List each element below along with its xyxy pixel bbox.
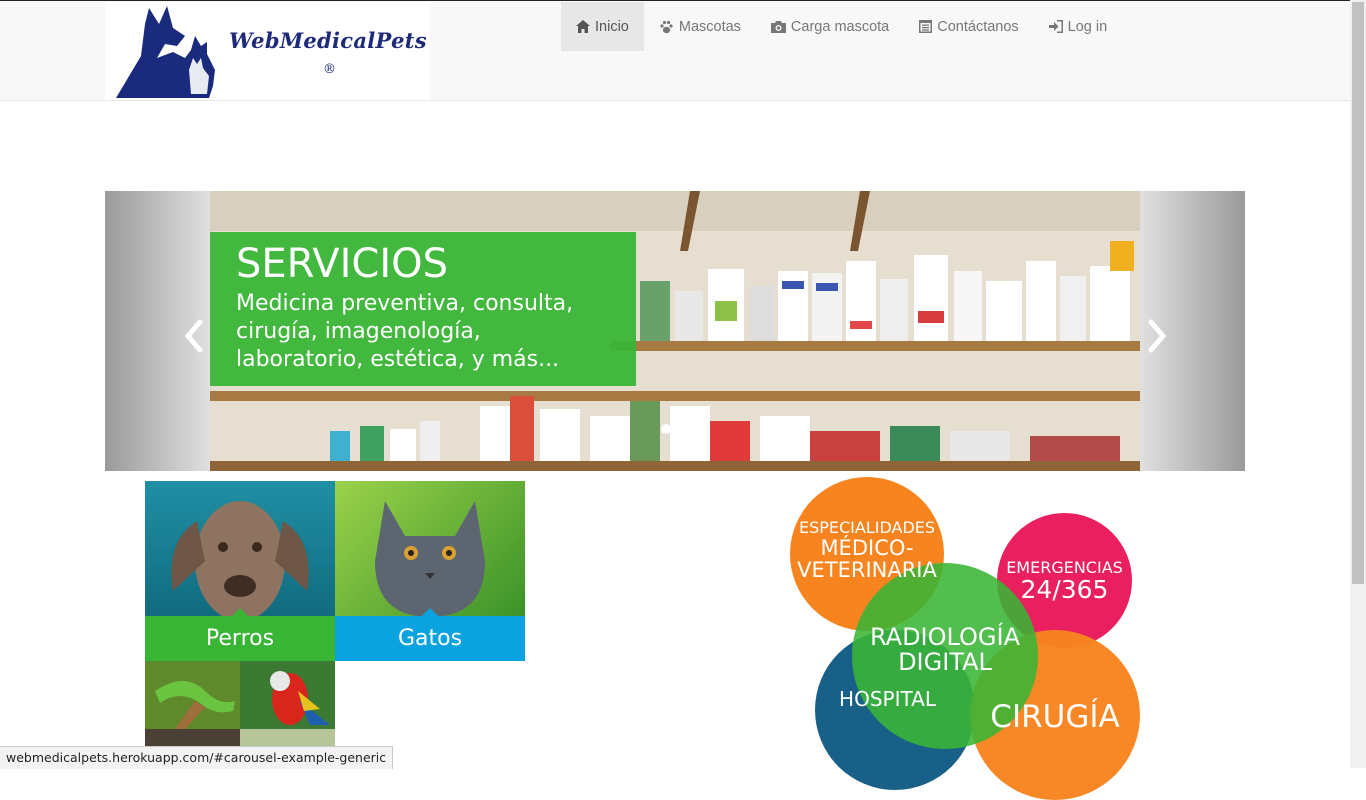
brand-logo[interactable]: WebMedicalPets ® [105,2,430,100]
nav-contactanos[interactable]: Contáctanos [904,2,1033,51]
tile-perros[interactable]: Perros [145,481,335,661]
dog-photo [171,501,309,621]
carousel-indicator-1[interactable] [661,424,671,434]
registered-mark: ® [323,62,336,77]
bubble-especialidades-text: ESPECIALIDADES MÉDICO- VETERINARIA [790,518,944,582]
nav-contactanos-label: Contáctanos [937,18,1019,35]
bubble-radiologia-text: RADIOLOGÍA DIGITAL [855,623,1035,677]
nav-mascotas[interactable]: Mascotas [644,2,756,51]
bubble-hospital-text: HOSPITAL [839,687,936,711]
camera-icon [770,20,786,33]
tile-perros-label: Perros [145,608,335,661]
nav-carga-mascota[interactable]: Carga mascota [756,2,904,51]
bubble-especialidades-line1: ESPECIALIDADES [798,518,936,537]
carousel: SERVICIOS Medicina preventiva, consulta,… [105,191,1245,471]
chevron-right-icon [1148,319,1167,353]
navbar: WebMedicalPets ® Inicio Mascotas Carga m… [0,0,1350,101]
bubble-radiologia-line2: DIGITAL [898,648,992,677]
list-icon [919,20,933,33]
bubble-cirugia-text: CIRUGÍA [990,699,1120,735]
paw-icon [660,20,673,33]
main-nav: Inicio Mascotas Carga mascota Contáctano… [561,2,1122,51]
carousel-next-button[interactable] [1143,316,1173,356]
bubble-radiologia-line1: RADIOLOGÍA [869,623,1021,651]
parrot-photo [240,661,335,729]
carousel-title: SERVICIOS [236,241,449,287]
nav-mascotas-label: Mascotas [678,18,741,35]
cat-photo [375,501,485,617]
chevron-left-icon [184,319,203,353]
home-icon [576,20,590,33]
brand-name: WebMedicalPets [229,28,427,53]
dog-cat-silhouette-icon [116,6,215,98]
tile-gatos-label: Gatos [335,608,525,661]
nav-login-label: Log in [1067,18,1108,35]
carousel-prev-button[interactable] [178,316,208,356]
tile-aves[interactable] [240,661,335,729]
bubble-emergencias-line2: 24/365 [1020,574,1109,604]
login-icon [1048,20,1063,33]
iguana-photo [145,661,240,729]
carousel-caption: SERVICIOS Medicina preventiva, consulta,… [210,232,636,386]
carousel-indicators [661,424,687,434]
bubble-especialidades-line2: MÉDICO- [820,535,914,560]
tile-reptiles[interactable] [145,661,240,729]
nav-inicio-label: Inicio [595,18,629,35]
carousel-text: Medicina preventiva, consulta, cirugía, … [236,291,574,372]
services-bubbles: ESPECIALIDADES MÉDICO- VETERINARIA EMERG… [780,470,1160,800]
nav-login[interactable]: Log in [1034,2,1123,51]
nav-inicio[interactable]: Inicio [561,2,644,51]
browser-status-url: webmedicalpets.herokuapp.com/#carousel-e… [0,746,394,769]
carousel-indicator-2[interactable] [677,424,687,434]
bubble-emergencias-text: EMERGENCIAS 24/365 [997,559,1132,604]
nav-carga-mascota-label: Carga mascota [790,18,890,35]
tile-gatos[interactable]: Gatos [335,481,525,661]
bubble-especialidades-line3: VETERINARIA [797,557,937,582]
page-scrollbar[interactable] [1350,0,1366,768]
scrollbar-thumb[interactable] [1352,2,1364,584]
